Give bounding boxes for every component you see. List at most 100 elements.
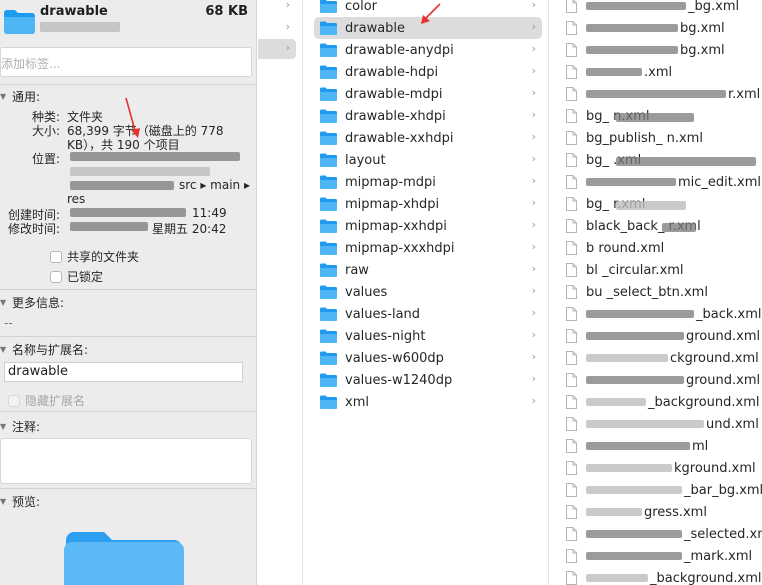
file-label: b round.xml (586, 240, 665, 256)
shared-folder-checkbox[interactable]: 共享的文件夹 (50, 248, 139, 265)
file-row[interactable]: und.xml (566, 413, 762, 435)
name-field[interactable]: drawable (4, 362, 243, 382)
file-row[interactable]: b round.xml (566, 237, 762, 259)
xml-file-icon (566, 87, 577, 101)
file-name-text: ckground.xml (670, 350, 759, 366)
file-row[interactable]: bg_ .xml (566, 149, 762, 171)
chevron-right-icon: › (531, 284, 536, 297)
locked-checkbox[interactable]: 已锁定 (50, 268, 103, 285)
file-row[interactable]: ml (566, 435, 762, 457)
file-name-text: .xml (644, 64, 673, 80)
file-row[interactable]: bg.xml (566, 17, 762, 39)
preview-section-toggle[interactable]: ▼ 预览: (0, 493, 40, 510)
list-item[interactable]: › (258, 18, 296, 38)
chevron-right-icon: › (531, 262, 536, 275)
folder-row[interactable]: values-w1240dp › (314, 369, 542, 391)
folder-label: drawable-mdpi (345, 86, 443, 102)
folder-row[interactable]: drawable-xhdpi › (314, 105, 542, 127)
divider (0, 411, 256, 412)
folder-label: values-w600dp (345, 350, 444, 366)
folder-row[interactable]: values-night › (314, 325, 542, 347)
file-row[interactable]: _background.xml (566, 567, 762, 585)
file-row[interactable]: kground.xml (566, 457, 762, 479)
file-row[interactable]: ground.xml (566, 325, 762, 347)
folder-row[interactable]: raw › (314, 259, 542, 281)
file-row[interactable]: ground.xml (566, 369, 762, 391)
name-ext-section-toggle[interactable]: ▼ 名称与扩展名: (0, 341, 88, 358)
folder-row[interactable]: mipmap-mdpi › (314, 171, 542, 193)
folder-row[interactable]: mipmap-xxxhdpi › (314, 237, 542, 259)
file-name-text: kground.xml (674, 460, 756, 476)
file-row[interactable]: bg.xml (566, 39, 762, 61)
folder-row[interactable]: drawable-anydpi › (314, 39, 542, 61)
folder-row[interactable]: values-land › (314, 303, 542, 325)
folder-label: layout (345, 152, 386, 168)
file-name-text: _bar_bg.xml (684, 482, 762, 498)
file-row[interactable]: _selected.xml (566, 523, 762, 545)
file-row[interactable]: _bg.xml (566, 0, 762, 17)
hide-extension-checkbox[interactable]: 隐藏扩展名 (8, 392, 85, 409)
file-label: ckground.xml (586, 351, 759, 366)
checkbox-box[interactable] (50, 270, 62, 283)
folder-row[interactable]: layout › (314, 149, 542, 171)
folder-row[interactable]: values-w600dp › (314, 347, 542, 369)
file-row[interactable]: _background.xml (566, 391, 762, 413)
file-row[interactable]: r.xml (566, 83, 762, 105)
created-value: 11:49 (192, 206, 227, 220)
redacted-created (70, 208, 186, 217)
file-row[interactable]: bg_publish_ n.xml (566, 127, 762, 149)
xml-file-icon (566, 285, 577, 299)
file-label: gress.xml (586, 505, 707, 520)
comments-section-toggle[interactable]: ▼ 注释: (0, 418, 40, 435)
folder-row[interactable]: drawable-xxhdpi › (314, 127, 542, 149)
file-row[interactable]: _mark.xml (566, 545, 762, 567)
file-row[interactable]: _bar_bg.xml (566, 479, 762, 501)
file-row[interactable]: bg_ r.xml (566, 193, 762, 215)
file-name-text: _back.xml (696, 306, 762, 322)
xml-file-icon (566, 109, 577, 123)
folder-row[interactable]: mipmap-xxhdpi › (314, 215, 542, 237)
xml-file-icon (566, 439, 577, 453)
folder-row[interactable]: mipmap-xhdpi › (314, 193, 542, 215)
file-row[interactable]: mic_edit.xml (566, 171, 762, 193)
chevron-right-icon: › (285, 20, 290, 33)
info-panel: drawable 68 KB 添加标签... ▼ 通用: 种类: 文件夹 大小:… (0, 0, 257, 585)
folder-row[interactable]: drawable-hdpi › (314, 61, 542, 83)
folder-label: drawable (345, 20, 406, 36)
checkbox-box[interactable] (50, 250, 62, 263)
file-label: ground.xml (586, 329, 760, 344)
folders-column[interactable]: color › drawable › drawable-anydpi › dra… (304, 0, 549, 585)
file-label: _bar_bg.xml (586, 483, 762, 498)
tags-input[interactable]: 添加标签... (0, 47, 252, 77)
file-row[interactable]: gress.xml (566, 501, 762, 523)
folder-row[interactable]: xml › (314, 391, 542, 413)
file-label: bg_ n.xml (586, 109, 694, 124)
general-section-toggle[interactable]: ▼ 通用: (0, 88, 40, 105)
chevron-right-icon: › (531, 130, 536, 143)
file-label: _background.xml (586, 395, 760, 410)
comments-input[interactable] (0, 438, 252, 484)
xml-file-icon (566, 219, 577, 233)
list-item[interactable]: › (258, 0, 296, 16)
disclosure-open-icon: ▼ (0, 422, 7, 431)
chevron-right-icon: › (285, 41, 290, 54)
preview-heading: 预览: (12, 495, 41, 509)
xml-file-icon (566, 329, 577, 343)
parent-column[interactable]: › › › (258, 0, 303, 585)
folder-row[interactable]: values › (314, 281, 542, 303)
checkbox-box[interactable] (8, 394, 20, 407)
files-column[interactable]: _bg.xml bg.xml bg.xml .xml r.xml bg_ n.x… (550, 0, 762, 585)
file-row[interactable]: _back.xml (566, 303, 762, 325)
divider (0, 488, 256, 489)
folder-icon (320, 197, 337, 211)
file-row[interactable]: ckground.xml (566, 347, 762, 369)
file-row[interactable]: .xml (566, 61, 762, 83)
file-row[interactable]: bg_ n.xml (566, 105, 762, 127)
list-item-selected[interactable]: › (258, 39, 296, 59)
file-row[interactable]: bl _circular.xml (566, 259, 762, 281)
file-row[interactable]: bu _select_btn.xml (566, 281, 762, 303)
folder-row[interactable]: drawable-mdpi › (314, 83, 542, 105)
file-row[interactable]: black_back_ r.xml (566, 215, 762, 237)
folder-icon (320, 131, 337, 145)
more-info-section-toggle[interactable]: ▼ 更多信息: (0, 294, 64, 311)
